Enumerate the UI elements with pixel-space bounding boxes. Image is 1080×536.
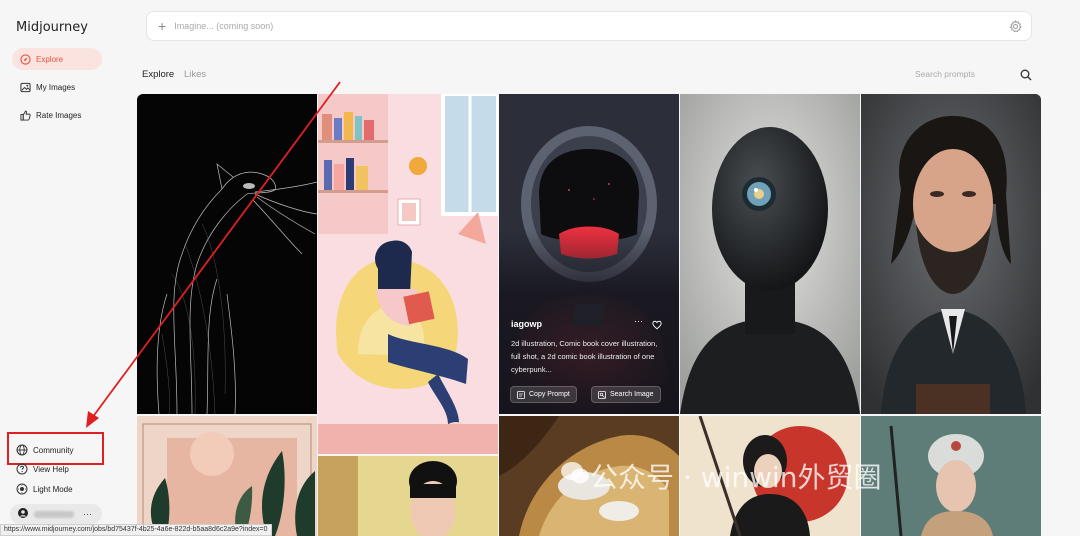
sidebar-item-my-images[interactable]: My Images [12,76,102,98]
sidebar-item-view-help[interactable]: View Help [16,463,69,475]
sidebar-item-light-mode[interactable]: Light Mode [16,483,73,495]
app-window: Midjourney Explore My Images Rate Images… [0,0,1080,536]
search-image-label: Search Image [610,391,654,398]
username-redacted [34,510,74,518]
search-icon[interactable] [1020,68,1032,86]
copy-prompt-label: Copy Prompt [529,391,570,398]
search-input[interactable]: Search prompts [915,69,975,79]
compass-icon [19,53,31,65]
wechat-logo-icon [560,460,590,491]
more-options-icon[interactable]: ··· [83,509,92,519]
gallery-image-orb-head[interactable] [680,94,860,414]
imagine-prompt-bar[interactable]: + Imagine... (coming soon) [146,11,1032,41]
copy-icon [517,390,525,399]
sidebar-item-label: Rate Images [36,110,82,120]
gallery-image-woman-bun[interactable] [318,456,498,536]
annotation-highlight-box [7,432,104,465]
avatar [18,505,28,523]
sidebar-item-label: My Images [36,82,76,92]
status-url: https://www.midjourney.com/jobs/bd75437f… [0,524,272,536]
user-menu[interactable]: ··· [10,504,102,524]
sun-icon [16,483,28,495]
copy-prompt-button[interactable]: Copy Prompt [510,386,577,403]
sidebar-item-label: Explore [36,54,64,64]
gallery-image-cat[interactable] [137,94,317,414]
heart-icon[interactable] [652,317,662,335]
brand-title[interactable]: Midjourney [16,20,88,35]
sidebar-item-label: Light Mode [33,484,73,494]
settings-gear-icon[interactable] [1009,19,1022,38]
sidebar: Midjourney Explore My Images Rate Images… [0,0,118,536]
thumbs-up-icon [19,109,31,121]
gallery-image-astronaut[interactable]: iagowp ··· 2d illustration, Comic book c… [499,94,679,414]
gallery-image-warrior-girl[interactable] [861,416,1041,536]
sidebar-item-rate-images[interactable]: Rate Images [12,104,102,126]
prompt-placeholder: Imagine... (coming soon) [174,21,274,31]
help-circle-icon [16,463,28,475]
image-icon [19,81,31,93]
creator-username[interactable]: iagowp [511,319,542,329]
prompt-description: 2d illustration, Comic book cover illust… [511,339,658,374]
sidebar-item-label: View Help [33,464,69,474]
sidebar-item-explore[interactable]: Explore [12,48,102,70]
search-image-button[interactable]: Search Image [591,386,661,403]
tab-explore[interactable]: Explore [142,69,174,80]
gallery-image-girl-reading[interactable] [318,94,498,454]
gallery-image-botanical[interactable] [137,416,317,536]
watermark: 公众号 · winwin外贸圈 [590,461,882,494]
plus-icon: + [158,18,167,34]
image-search-icon [598,390,606,399]
tab-likes[interactable]: Likes [184,69,206,80]
gallery-image-bust-portrait[interactable] [861,94,1041,414]
more-options-icon[interactable]: ··· [634,316,643,326]
